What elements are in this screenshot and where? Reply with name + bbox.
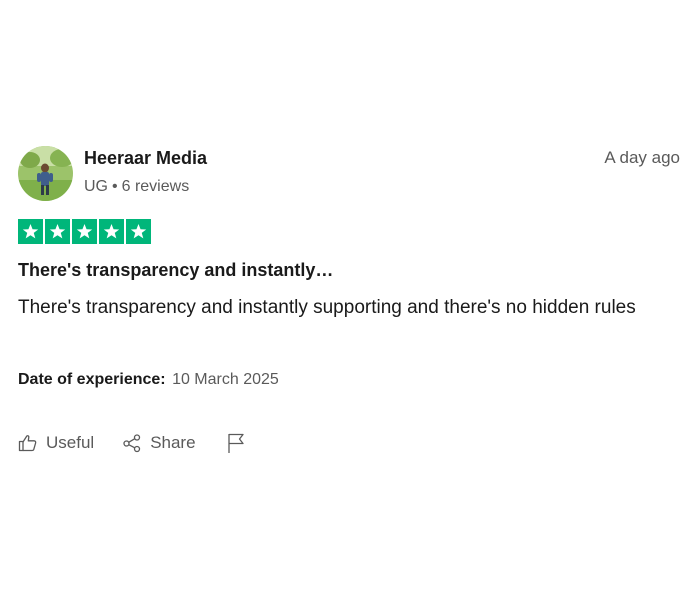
useful-label: Useful [46, 433, 95, 452]
star-2 [45, 219, 70, 244]
star-5 [126, 219, 151, 244]
share-label: Share [150, 433, 196, 452]
reviewer-review-count: 6 reviews [121, 178, 190, 195]
review-card: Heeraar Media UG • 6 reviews A day ago The… [18, 146, 682, 453]
report-flag-button[interactable] [226, 432, 246, 454]
experience-label: Date of experience: [18, 371, 166, 388]
reviewer-country: UG [84, 178, 108, 195]
star-1 [18, 219, 43, 244]
thumbs-up-icon [18, 433, 38, 453]
review-title[interactable]: There's transparency and instantly… [18, 260, 333, 281]
review-posted-time: A day ago [604, 148, 680, 167]
experience-date: 10 March 2025 [172, 371, 279, 388]
review-text: There's transparency and instantly suppo… [18, 297, 636, 318]
star-4 [99, 219, 124, 244]
star-rating [18, 219, 151, 244]
meta-separator: • [112, 178, 118, 195]
flag-icon [226, 432, 246, 454]
share-icon [122, 433, 142, 453]
date-of-experience: Date of experience: 10 March 2025 [18, 371, 279, 389]
share-button[interactable]: Share [122, 433, 196, 453]
star-3 [72, 219, 97, 244]
review-header: Heeraar Media UG • 6 reviews A day ago [18, 146, 682, 202]
reviewer-meta: UG • 6 reviews [84, 178, 189, 196]
reviewer-name[interactable]: Heeraar Media [84, 148, 207, 169]
reviewer-avatar[interactable] [18, 146, 73, 201]
useful-button[interactable]: Useful [18, 433, 94, 453]
review-actions: Useful Share [18, 432, 246, 454]
